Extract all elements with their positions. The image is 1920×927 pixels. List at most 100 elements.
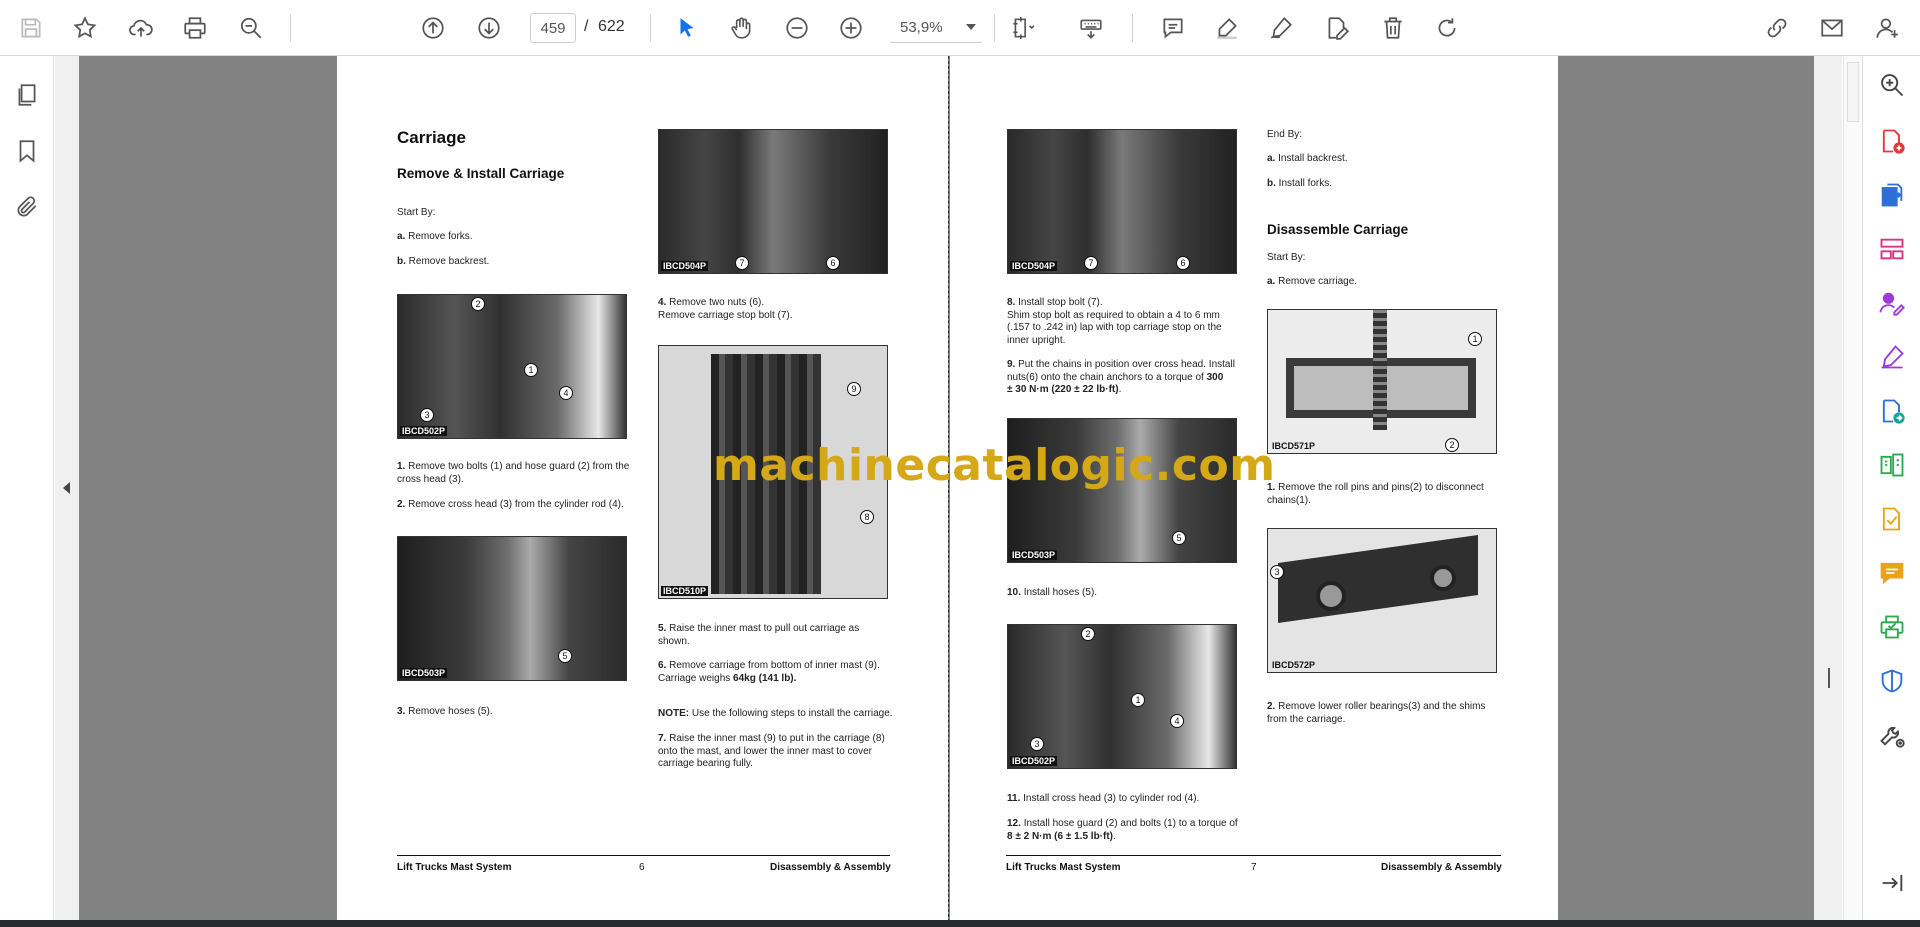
page-number-input[interactable]: 459	[530, 13, 576, 43]
attachment-icon[interactable]	[8, 188, 46, 226]
fit-page-icon[interactable]	[1004, 9, 1042, 47]
comment-tool-icon[interactable]	[1873, 554, 1911, 592]
zoom-out-icon[interactable]	[778, 9, 816, 47]
hand-tool-icon[interactable]	[722, 9, 760, 47]
zoom-in-icon[interactable]	[832, 9, 870, 47]
prereq-item: b. Install forks.	[1267, 178, 1333, 189]
request-signature-icon[interactable]	[1873, 284, 1911, 322]
compare-files-icon[interactable]	[1873, 446, 1911, 484]
callout-marker: 9	[847, 382, 861, 396]
page-thumbnails-icon[interactable]	[8, 76, 46, 114]
delete-trash-icon[interactable]	[1374, 9, 1412, 47]
bookmark-icon[interactable]	[8, 132, 46, 170]
create-pdf-icon[interactable]	[1873, 122, 1911, 160]
scrollbar-thumb[interactable]	[1847, 62, 1859, 122]
callout-marker: 1	[1468, 332, 1482, 346]
callout-marker: 4	[1170, 714, 1184, 728]
section-heading: Remove & Install Carriage	[397, 166, 565, 181]
taskbar-strip	[0, 920, 1920, 927]
zoom-level-value: 53,9%	[900, 19, 943, 36]
figure-caption: IBCD504P	[661, 261, 709, 271]
page-total: 622	[598, 18, 625, 35]
end-by-label: End By:	[1267, 129, 1303, 140]
prereq-item: a. Remove forks.	[397, 231, 473, 242]
callout-marker: 4	[559, 386, 573, 400]
vertical-scrollbar[interactable]	[1843, 56, 1861, 922]
more-tools-icon[interactable]	[1873, 716, 1911, 754]
organize-pages-icon[interactable]	[1873, 230, 1911, 268]
export-pdf-icon[interactable]	[1873, 176, 1911, 214]
edit-pdf-icon[interactable]	[1873, 500, 1911, 538]
step-item: 1. Remove the roll pins and pins(2) to d…	[1267, 482, 1484, 506]
comment-icon[interactable]	[1154, 9, 1192, 47]
callout-marker: 3	[1270, 565, 1284, 579]
collapse-left-panel-icon[interactable]	[63, 482, 70, 494]
start-by-label: Start By:	[397, 207, 436, 218]
collapse-panel-icon[interactable]	[1873, 864, 1911, 902]
callout-marker: 3	[420, 408, 434, 422]
callout-marker: 8	[860, 510, 874, 524]
callout-marker: 7	[735, 256, 749, 270]
chevron-down-icon	[966, 24, 976, 30]
step-item: 10. Install hoses (5).	[1007, 587, 1098, 598]
page-number: 7	[1251, 862, 1257, 873]
share-link-icon[interactable]	[1758, 9, 1796, 47]
zoom-search-icon[interactable]	[1873, 66, 1911, 104]
zoom-search-icon[interactable]	[232, 9, 270, 47]
step-item: 7. Raise the inner mast (9) to put in th…	[658, 733, 885, 769]
step-item: 3. Remove hoses (5).	[397, 706, 493, 717]
account-user-icon[interactable]	[1868, 9, 1906, 47]
figure-photo: 7 6 IBCD504P	[658, 129, 888, 274]
figure-caption: IBCD510P	[661, 586, 709, 596]
send-document-icon[interactable]	[1873, 392, 1911, 430]
left-sidebar	[0, 56, 54, 922]
start-by-label: Start By:	[1267, 252, 1306, 263]
step-item: 2. Remove lower roller bearings(3) and t…	[1267, 701, 1486, 725]
print-icon[interactable]	[176, 9, 214, 47]
fill-sign-icon[interactable]	[1873, 338, 1911, 376]
callout-marker: 2	[1445, 438, 1459, 452]
step-item: 11. Install cross head (3) to cylinder r…	[1007, 793, 1200, 804]
redo-rotate-icon[interactable]	[1428, 9, 1466, 47]
highlight-pen-icon[interactable]	[1208, 9, 1246, 47]
figure-caption: IBCD503P	[400, 668, 448, 678]
figure-photo: 1 2 IBCD571P	[1267, 309, 1497, 454]
figure-caption: IBCD503P	[1010, 550, 1058, 560]
keyboard-scroll-icon[interactable]	[1072, 9, 1110, 47]
figure-caption: IBCD571P	[1272, 441, 1316, 451]
prereq-item: b. Remove backrest.	[397, 256, 490, 267]
figure-photo: 5 IBCD503P	[397, 536, 627, 681]
figure-caption: IBCD504P	[1010, 261, 1058, 271]
page-separator: /	[584, 18, 589, 35]
figure-caption: IBCD502P	[400, 426, 448, 436]
right-tools-panel	[1862, 56, 1920, 922]
split-handle[interactable]	[1828, 668, 1830, 688]
figure-photo: 2 1 4 3 IBCD502P	[1007, 624, 1237, 769]
prereq-item: a. Install backrest.	[1267, 153, 1348, 164]
watermark-text: machinecatalogic.com	[713, 440, 1276, 491]
star-icon[interactable]	[66, 9, 104, 47]
callout-marker: 6	[1176, 256, 1190, 270]
step-item: 1. Remove two bolts (1) and hose guard (…	[397, 461, 630, 485]
edit-text-icon[interactable]	[1318, 9, 1356, 47]
previous-page-icon[interactable]	[414, 9, 452, 47]
zoom-level-dropdown[interactable]: 53,9%	[890, 13, 982, 43]
note-item: NOTE: Use the following steps to install…	[658, 708, 893, 719]
callout-marker: 2	[1081, 627, 1095, 641]
upload-cloud-icon[interactable]	[122, 9, 160, 47]
save-icon[interactable]	[12, 9, 50, 47]
step-item: 12. Install hose guard (2) and bolts (1)…	[1007, 818, 1238, 842]
next-page-icon[interactable]	[470, 9, 508, 47]
draw-pen-icon[interactable]	[1262, 9, 1300, 47]
callout-marker: 6	[826, 256, 840, 270]
callout-marker: 1	[524, 363, 538, 377]
figure-photo: 3 IBCD572P	[1267, 528, 1497, 673]
protect-shield-icon[interactable]	[1873, 662, 1911, 700]
select-cursor-icon[interactable]	[668, 9, 706, 47]
figure-caption: IBCD502P	[1010, 756, 1058, 766]
footer-left: Lift Trucks Mast System	[1006, 862, 1121, 873]
email-icon[interactable]	[1813, 9, 1851, 47]
callout-marker: 3	[1030, 737, 1044, 751]
print-production-icon[interactable]	[1873, 608, 1911, 646]
footer-left: Lift Trucks Mast System	[397, 862, 512, 873]
